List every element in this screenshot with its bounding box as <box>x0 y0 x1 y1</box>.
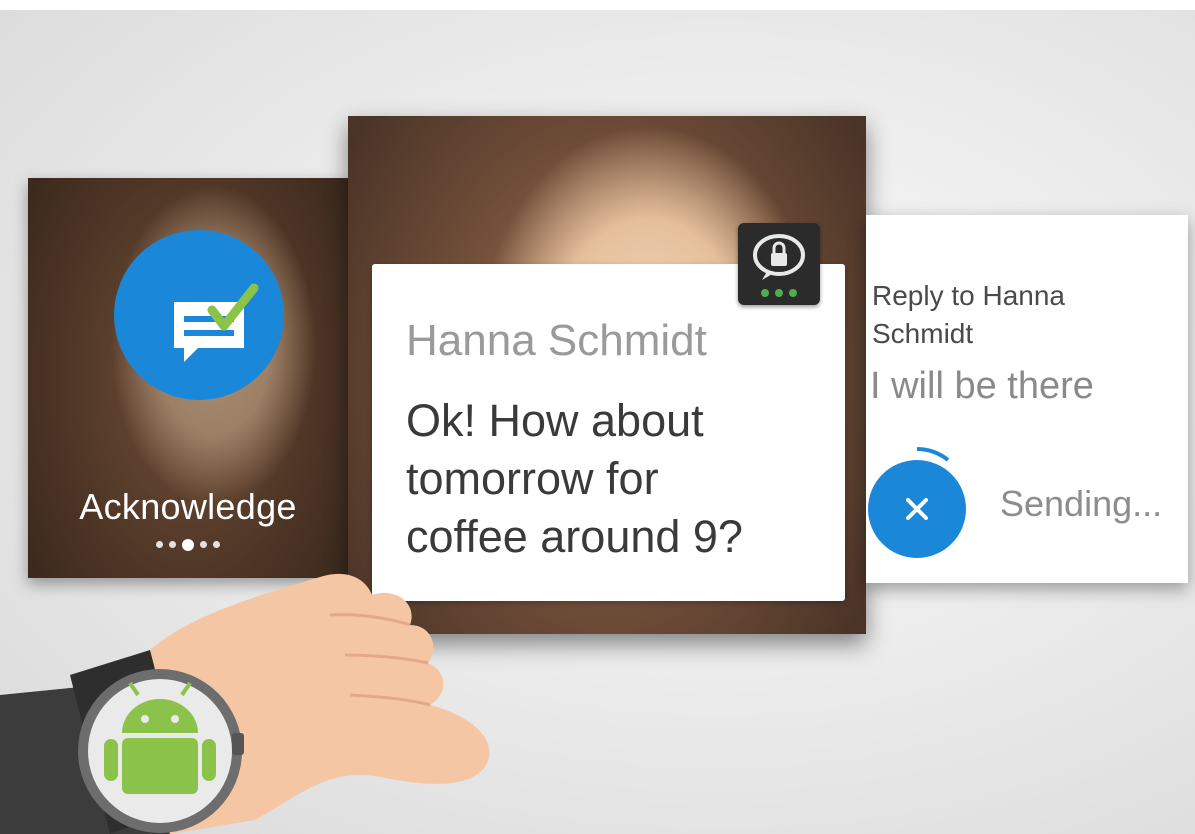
page-dot <box>200 541 207 549</box>
notification-panel[interactable]: Hanna Schmidt Ok! How about tomorrow for… <box>372 264 845 601</box>
page-dot <box>156 541 163 549</box>
acknowledge-button[interactable] <box>114 230 284 400</box>
page-dot-active <box>182 538 194 551</box>
lock-chat-app-icon <box>738 223 820 305</box>
action-card-acknowledge[interactable]: Acknowledge <box>28 178 348 578</box>
reply-title: Reply to Hanna Schmidt <box>872 280 1066 349</box>
reply-card[interactable]: Reply to Hanna Schmidt I will be there S… <box>866 215 1188 583</box>
page-indicator <box>28 536 348 554</box>
sender-name: Hanna Schmidt <box>406 316 707 365</box>
hand-with-smartwatch <box>0 573 490 834</box>
message-text: Ok! How about tomorrow for coffee around… <box>406 392 806 566</box>
top-border <box>0 0 1195 10</box>
sending-status: Sending... <box>1000 483 1163 524</box>
message-line: tomorrow for <box>406 453 659 504</box>
cancel-send-button[interactable] <box>868 460 966 558</box>
page-dot <box>213 541 220 549</box>
reply-message: I will be there <box>870 365 1094 407</box>
page-dot <box>169 541 176 549</box>
action-label: Acknowledge <box>79 486 297 527</box>
close-icon <box>906 498 928 520</box>
message-check-icon <box>174 283 259 362</box>
message-line: Ok! How about <box>406 395 704 446</box>
